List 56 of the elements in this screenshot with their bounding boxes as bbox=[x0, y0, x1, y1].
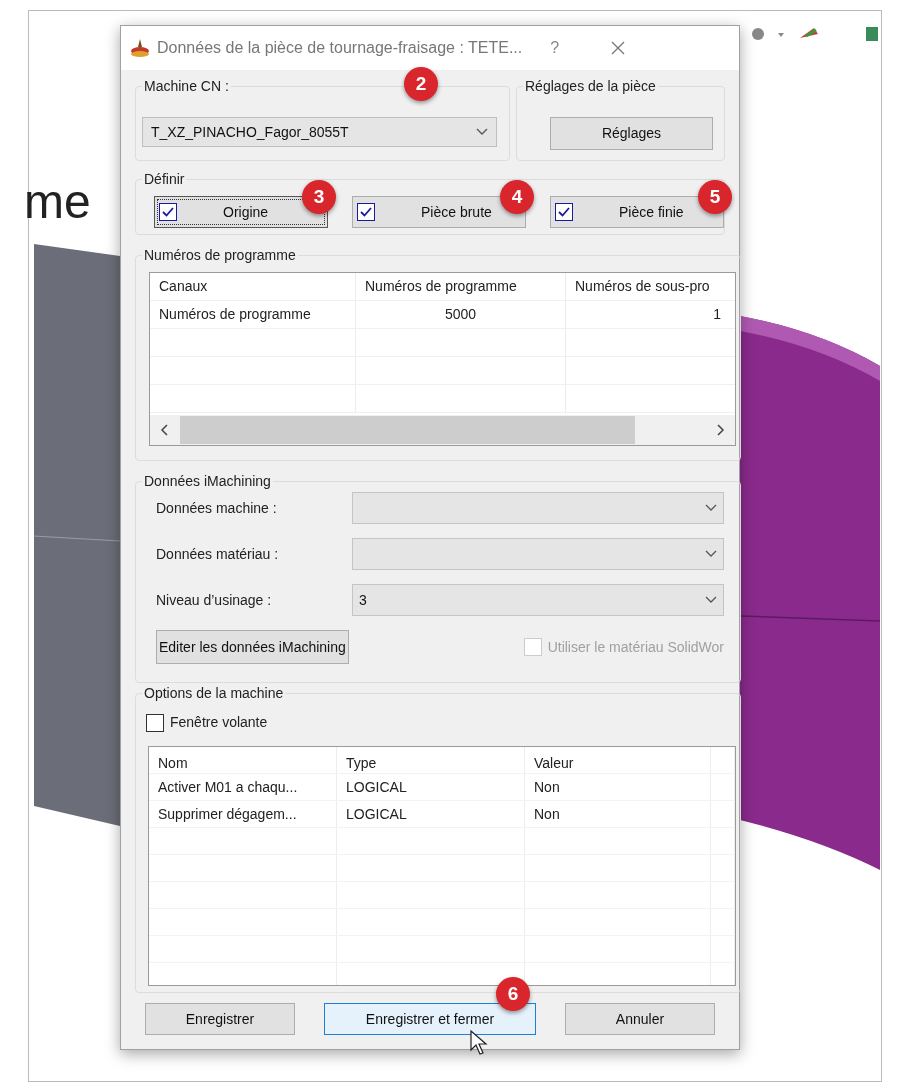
dialog-button[interactable]: Enregistrer bbox=[145, 1003, 295, 1035]
field-label: Niveau d’usinage : bbox=[156, 590, 273, 610]
checkbox[interactable] bbox=[357, 203, 375, 221]
field-label: Données matériau : bbox=[156, 544, 280, 564]
toggle-label: Pièce finie bbox=[619, 202, 684, 222]
table-cell-text: Non bbox=[534, 804, 560, 824]
column-header: Numéros de sous-pro bbox=[575, 277, 710, 296]
machine-dropdown[interactable]: T_XZ_PINACHO_Fagor_8055T bbox=[142, 117, 497, 147]
table-cell-text: Activer M01 a chaqu... bbox=[158, 777, 298, 797]
dialog-button[interactable]: Enregistrer et fermer bbox=[324, 1003, 536, 1035]
toggle-label: Origine bbox=[223, 202, 269, 222]
field-label: Données machine : bbox=[156, 498, 278, 518]
chevron-left-icon[interactable] bbox=[160, 424, 168, 436]
edit-imachining-button[interactable]: Editer les données iMachining bbox=[156, 630, 349, 664]
checkbox[interactable] bbox=[159, 203, 177, 221]
scrollbar-thumb[interactable] bbox=[180, 416, 635, 444]
number-badge: 3 bbox=[302, 180, 336, 214]
number-badge: 4 bbox=[500, 180, 534, 214]
check-icon bbox=[360, 207, 372, 217]
chevron-right-icon[interactable] bbox=[717, 424, 725, 436]
check-icon bbox=[558, 207, 570, 217]
dropdown-field[interactable] bbox=[352, 492, 724, 524]
table-cell-text: 5000 bbox=[444, 305, 477, 324]
checkbox-label: Utiliser le matériau SolidWor bbox=[547, 637, 724, 657]
checkbox[interactable] bbox=[146, 713, 164, 732]
chevron-down-icon bbox=[705, 550, 717, 558]
table-cell-text: 1 bbox=[713, 305, 721, 324]
table-cell-text: LOGICAL bbox=[346, 777, 407, 797]
check-icon bbox=[162, 207, 174, 217]
column-header: Valeur bbox=[534, 753, 574, 773]
window-title: Données de la pièce de tournage-fraisage : TETE... bbox=[157, 38, 523, 58]
dialog-button[interactable]: Annuler bbox=[565, 1003, 715, 1035]
column-header: Canaux bbox=[159, 277, 208, 296]
number-badge: 2 bbox=[404, 67, 438, 101]
table-cell-text: Numéros de programme bbox=[159, 305, 311, 324]
cursor-icon bbox=[470, 1030, 488, 1056]
dropdown-field[interactable] bbox=[352, 538, 724, 570]
chevron-down-icon bbox=[705, 596, 717, 604]
column-header: Numéros de programme bbox=[365, 277, 517, 296]
chevron-down-icon bbox=[476, 128, 488, 136]
slide-text: me bbox=[24, 178, 91, 226]
close-icon[interactable] bbox=[611, 41, 626, 55]
checkbox[interactable] bbox=[555, 203, 573, 221]
table-cell-text: Supprimer dégagem... bbox=[158, 804, 297, 824]
dropdown-field[interactable]: 3 bbox=[352, 584, 724, 616]
toggle-label: Pièce brute bbox=[421, 202, 492, 222]
number-badge: 5 bbox=[698, 180, 732, 214]
settings-button[interactable]: Réglages bbox=[550, 117, 713, 150]
chevron-down-icon bbox=[705, 504, 717, 512]
help-button[interactable]: ? bbox=[550, 36, 560, 60]
checkbox-label: Fenêtre volante bbox=[170, 713, 268, 732]
table-cell-text: Non bbox=[534, 777, 560, 797]
column-header: Nom bbox=[158, 753, 188, 773]
horizontal-scrollbar[interactable] bbox=[150, 415, 735, 445]
table-cell-text: LOGICAL bbox=[346, 804, 407, 824]
column-header: Type bbox=[346, 753, 377, 773]
